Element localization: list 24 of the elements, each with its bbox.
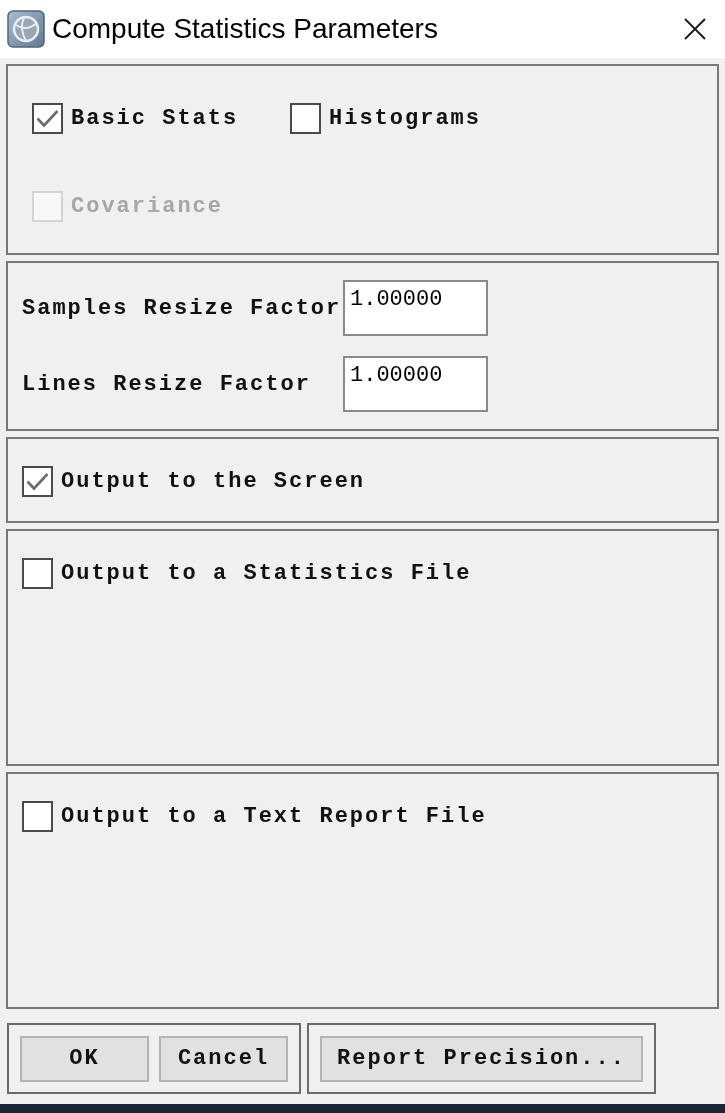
close-button[interactable] <box>683 17 707 41</box>
checkbox-label: Output to the Screen <box>61 469 366 494</box>
close-icon <box>684 18 706 40</box>
dialog-button[interactable]: OK <box>20 1035 149 1082</box>
checkbox[interactable] <box>22 801 53 832</box>
field-label: Lines Resize Factor <box>22 371 312 397</box>
dialog-button[interactable]: Cancel <box>159 1035 288 1082</box>
number-field[interactable]: 1.00000 <box>343 280 488 336</box>
window-title: Compute Statistics Parameters <box>52 13 439 45</box>
checkbox-label: Output to a Statistics File <box>61 561 472 586</box>
checkbox[interactable] <box>290 103 321 134</box>
checkbox-label: Output to a Text Report File <box>61 804 487 829</box>
checkbox-label: Basic Stats <box>71 106 239 131</box>
number-field[interactable]: 1.00000 <box>343 356 488 412</box>
check-icon <box>36 109 59 128</box>
checkbox[interactable] <box>32 103 63 134</box>
check-icon <box>26 472 49 491</box>
field-label: Samples Resize Factor <box>22 295 343 321</box>
checkbox-label: Histograms <box>329 106 482 131</box>
globe-icon <box>7 10 45 48</box>
report-precision-button[interactable]: Report Precision... <box>320 1035 643 1082</box>
checkbox[interactable] <box>22 558 53 589</box>
checkbox-label: Covariance <box>71 194 224 219</box>
checkbox[interactable] <box>22 466 53 497</box>
